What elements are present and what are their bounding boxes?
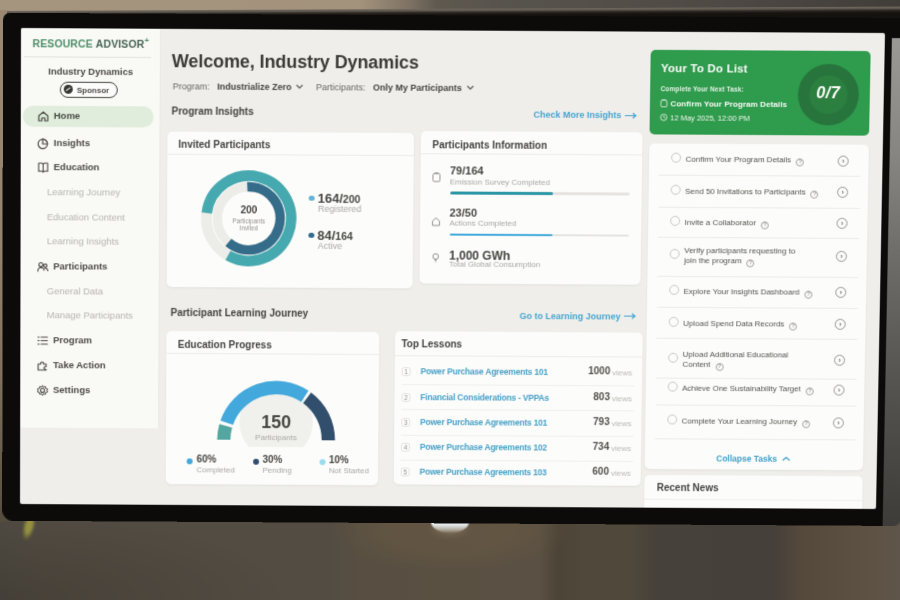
svg-text:Invited: Invited	[240, 226, 259, 233]
svg-text:200: 200	[241, 205, 258, 216]
svg-text:Participants: Participants	[232, 219, 265, 226]
